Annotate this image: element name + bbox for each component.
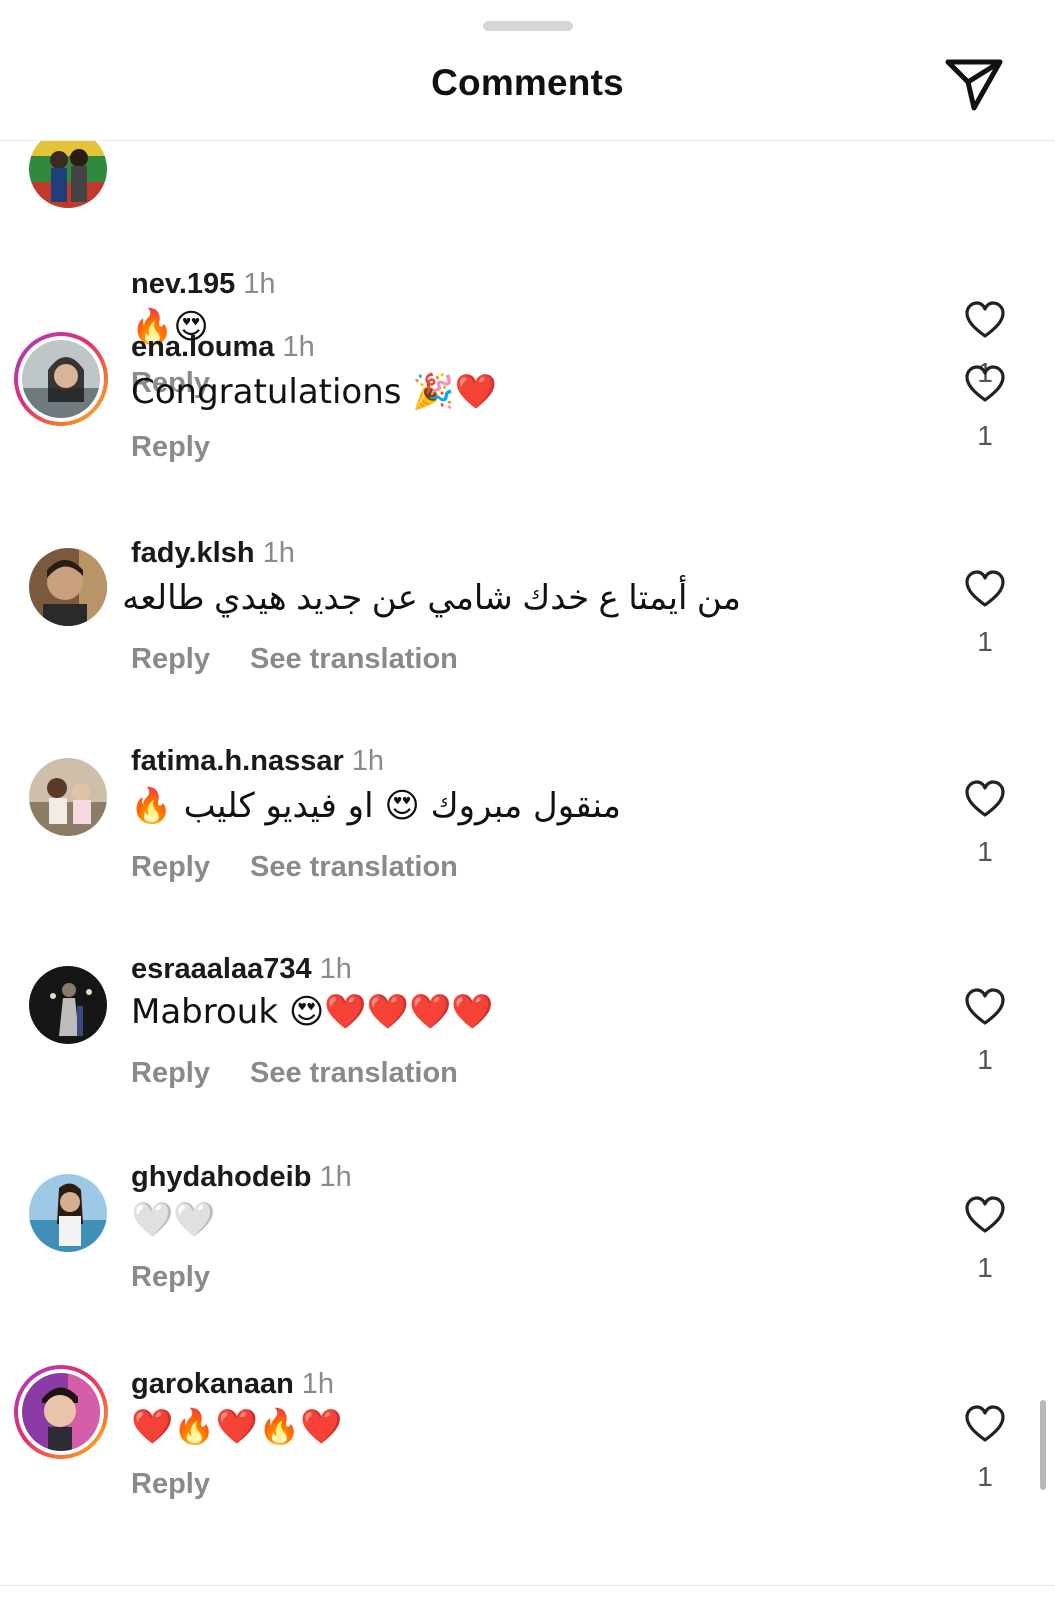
avatar-photo xyxy=(22,340,100,418)
comment-item: ena.louma 1h Congratulations 🎉❤️ Reply 1 xyxy=(0,320,1055,530)
avatar[interactable] xyxy=(29,548,107,626)
send-icon xyxy=(945,59,1003,111)
like-button[interactable] xyxy=(964,1405,1006,1443)
comment-actions: Reply xyxy=(131,1260,250,1294)
comment-meta: garokanaan 1h xyxy=(131,1367,334,1401)
avatar[interactable] xyxy=(29,140,107,208)
comment-username[interactable]: ena.louma xyxy=(131,331,274,363)
comment-item: fatima.h.nassar 1h منقول مبروك 😍 او فيديو… xyxy=(0,740,1055,950)
comment-item: nev.195 1h 🔥😍 Reply 1 xyxy=(0,140,1055,399)
reply-button[interactable]: Reply xyxy=(131,1261,210,1293)
reply-button[interactable]: Reply xyxy=(131,851,210,883)
comment-time: 1h xyxy=(301,1368,335,1400)
comment-item: fady.klsh 1h من أيمتا ع خدك شامي عن جديد … xyxy=(0,530,1055,740)
heart-icon xyxy=(965,1405,1005,1442)
comment-item: ghydahodeib 1h 🤍🤍 Reply 1 xyxy=(0,1160,1055,1370)
avatar[interactable] xyxy=(14,1365,108,1459)
heart-icon xyxy=(965,988,1005,1025)
comments-list[interactable]: nev.195 1h 🔥😍 Reply 1 ena.louma 1h Congr… xyxy=(0,140,1055,1600)
comments-sheet: Comments nev.195 1h 🔥😍 Reply 1 ena.louma… xyxy=(0,0,1055,1600)
like-count: 1 xyxy=(977,626,993,657)
like-count: 1 xyxy=(977,420,993,451)
reply-button[interactable]: Reply xyxy=(131,1468,210,1500)
reply-button[interactable]: Reply xyxy=(131,643,210,675)
comment-username[interactable]: garokanaan xyxy=(131,1368,294,1400)
like-button[interactable] xyxy=(964,365,1006,403)
comment-actions: Reply xyxy=(131,430,250,464)
comment-time: 1h xyxy=(351,745,385,777)
comment-time: 1h xyxy=(243,268,276,300)
see-translation-button[interactable]: See translation xyxy=(250,1057,458,1089)
share-button[interactable] xyxy=(944,56,1006,114)
like-button[interactable] xyxy=(964,780,1006,818)
comment-time: 1h xyxy=(319,1161,352,1193)
drag-handle[interactable] xyxy=(483,21,573,31)
comment-meta: nev.195 1h xyxy=(131,267,276,301)
heart-icon xyxy=(965,365,1005,402)
heart-icon xyxy=(965,1196,1005,1233)
comment-meta: esraaalaa734 1h xyxy=(131,952,352,986)
comment-actions: Reply See translation xyxy=(131,1056,498,1090)
avatar-photo xyxy=(29,548,107,626)
comment-text: 🤍🤍 xyxy=(131,1200,216,1240)
comment-text: Congratulations 🎉❤️ xyxy=(131,372,497,412)
avatar-photo xyxy=(29,140,107,208)
comment-time: 1h xyxy=(319,953,352,985)
comment-username[interactable]: ghydahodeib xyxy=(131,1161,311,1193)
like-button[interactable] xyxy=(964,570,1006,608)
comment-actions: Reply See translation xyxy=(131,850,498,884)
comment-item: garokanaan 1h ❤️🔥❤️🔥❤️ Reply 1 xyxy=(0,1365,1055,1575)
divider xyxy=(0,1585,1055,1586)
comment-username[interactable]: fatima.h.nassar xyxy=(131,745,344,777)
comment-text: Mabrouk 😍❤️❤️❤️❤️ xyxy=(131,992,494,1032)
scrollbar[interactable] xyxy=(1040,1400,1046,1490)
comment-meta: fatima.h.nassar 1h xyxy=(131,744,384,778)
heart-icon xyxy=(965,780,1005,817)
like-count: 1 xyxy=(977,1461,993,1492)
comment-username[interactable]: esraaalaa734 xyxy=(131,953,312,985)
comment-item: esraaalaa734 1h Mabrouk 😍❤️❤️❤️❤️ Reply Se… xyxy=(0,950,1055,1160)
comment-text: ❤️🔥❤️🔥❤️ xyxy=(131,1407,343,1447)
like-button[interactable] xyxy=(964,988,1006,1026)
comment-username[interactable]: nev.195 xyxy=(131,268,235,300)
avatar[interactable] xyxy=(14,332,108,426)
avatar[interactable] xyxy=(29,966,107,1044)
comment-actions: Reply See translation xyxy=(131,642,498,676)
like-button[interactable] xyxy=(964,1196,1006,1234)
avatar-photo xyxy=(29,758,107,836)
comment-text: من أيمتا ع خدك شامي عن جديد هيدي طالعه xyxy=(122,579,741,617)
reply-button[interactable]: Reply xyxy=(131,1057,210,1089)
see-translation-button[interactable]: See translation xyxy=(250,643,458,675)
avatar-photo xyxy=(29,966,107,1044)
like-count: 1 xyxy=(977,836,993,867)
comment-username[interactable]: fady.klsh xyxy=(131,537,255,569)
comment-text: منقول مبروك 😍 او فيديو كليب 🔥 xyxy=(130,786,621,826)
see-translation-button[interactable]: See translation xyxy=(250,851,458,883)
reply-button[interactable]: Reply xyxy=(131,431,210,463)
avatar-photo xyxy=(29,1174,107,1252)
comment-meta: fady.klsh 1h xyxy=(131,536,295,570)
page-title: Comments xyxy=(431,62,624,103)
comment-time: 1h xyxy=(282,331,315,363)
heart-icon xyxy=(965,570,1005,607)
avatar[interactable] xyxy=(29,758,107,836)
comment-time: 1h xyxy=(262,537,295,569)
avatar-photo xyxy=(22,1373,100,1451)
avatar[interactable] xyxy=(29,1174,107,1252)
comment-actions: Reply xyxy=(131,1467,250,1501)
comment-meta: ghydahodeib 1h xyxy=(131,1160,352,1194)
comments-header: Comments xyxy=(0,0,1055,141)
like-count: 1 xyxy=(977,1044,993,1075)
like-count: 1 xyxy=(977,1252,993,1283)
comment-meta: ena.louma 1h xyxy=(131,330,315,364)
